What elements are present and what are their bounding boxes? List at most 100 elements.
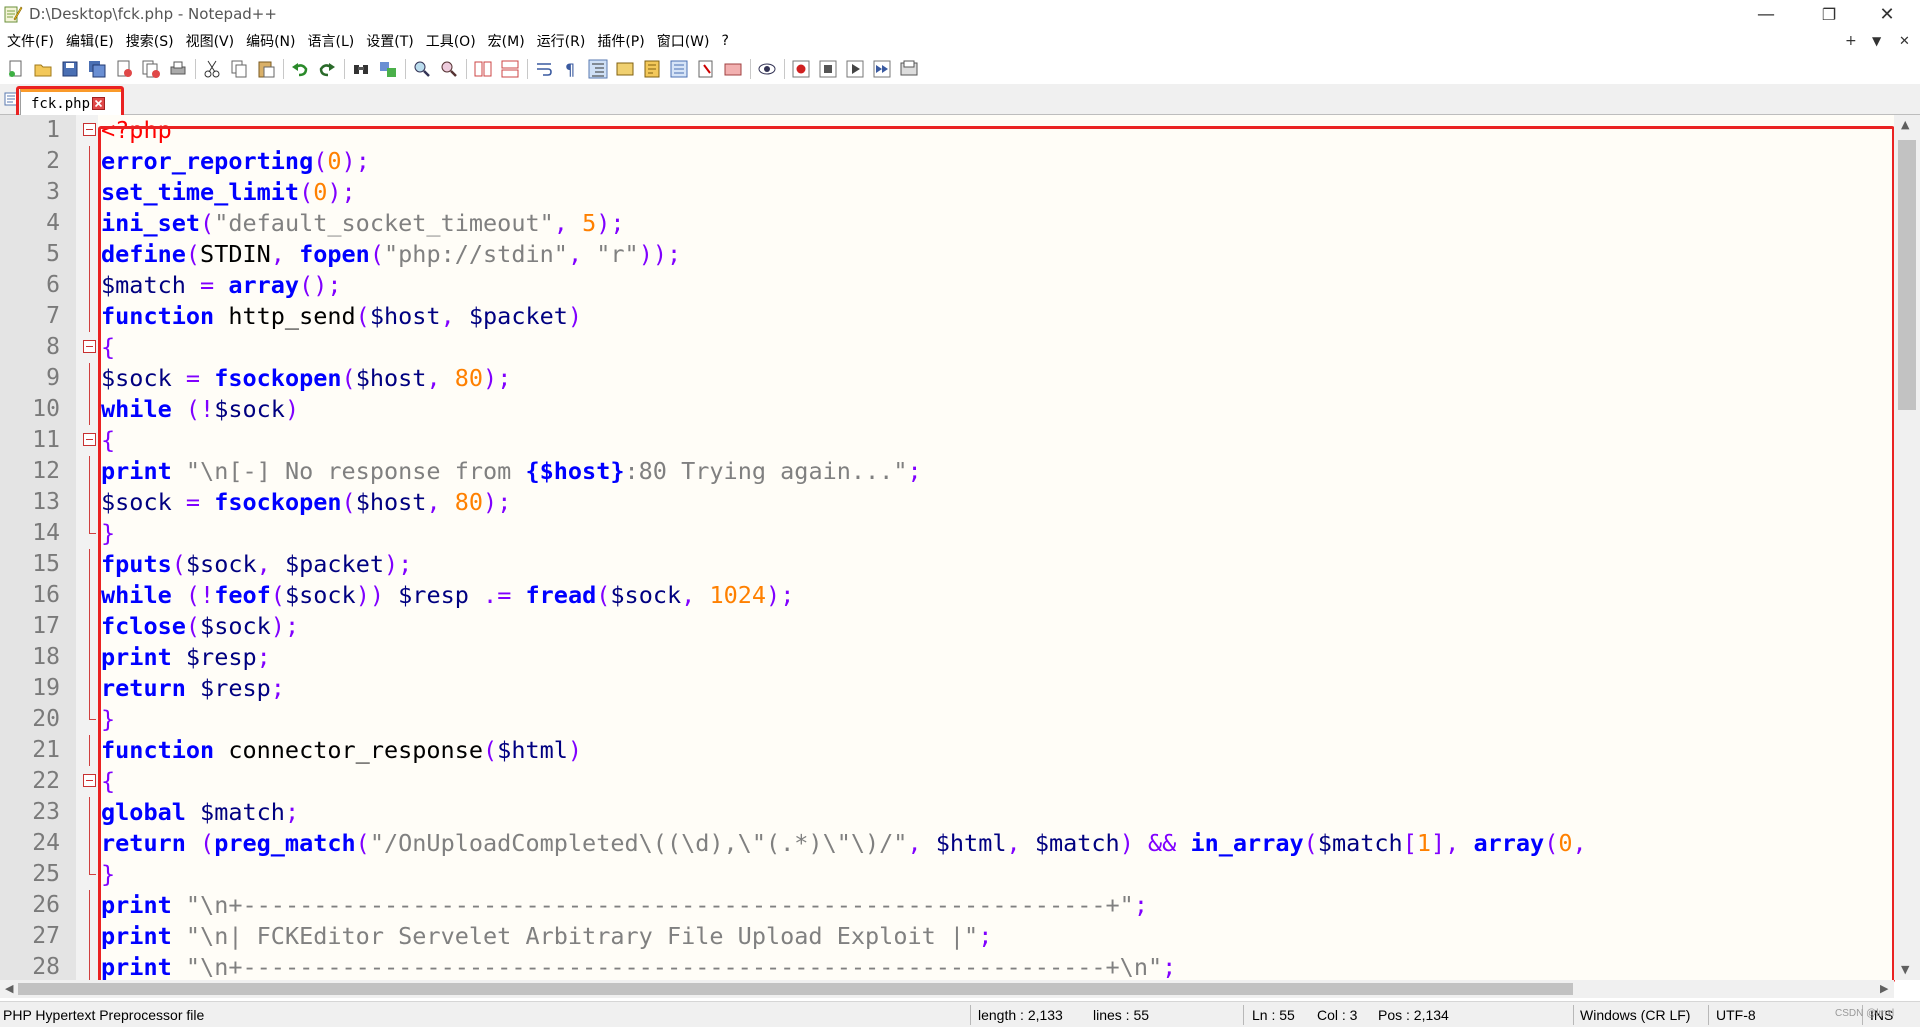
fold-toggle-icon[interactable] [83, 123, 96, 136]
find-icon[interactable] [350, 58, 372, 80]
scroll-down-icon[interactable]: ▼ [1901, 963, 1909, 976]
zoom-in-icon[interactable] [411, 58, 433, 80]
code-line[interactable]: 16 while (!feof($sock)) $resp .= fread($s… [0, 580, 1894, 611]
code-line[interactable]: 19 return $resp; [0, 673, 1894, 704]
save-all-icon[interactable] [86, 58, 108, 80]
code-line[interactable]: 23 global $match; [0, 797, 1894, 828]
menu-close-tab-button[interactable]: ✕ [1899, 28, 1910, 54]
code-line[interactable]: 14} [0, 518, 1894, 549]
code-line[interactable]: 1 <?php [0, 115, 1894, 146]
code-line[interactable]: 13 $sock = fsockopen($host, 80); [0, 487, 1894, 518]
code-line[interactable]: 26 print "\n+----------------------------… [0, 890, 1894, 921]
code-line[interactable]: 28 print "\n+----------------------------… [0, 952, 1894, 980]
scroll-up-icon[interactable]: ▲ [1901, 118, 1909, 131]
monitoring-icon[interactable] [756, 58, 778, 80]
scroll-right-icon[interactable]: ▶ [1880, 982, 1888, 995]
code-line[interactable]: 17 fclose($sock); [0, 611, 1894, 642]
code-token: ) [284, 395, 300, 423]
paste-icon[interactable] [255, 58, 277, 80]
code-line[interactable]: 8{ [0, 332, 1894, 363]
fold-toggle-icon[interactable] [83, 774, 96, 787]
restore-button[interactable]: ❐ [1800, 0, 1858, 28]
folder-workspace-icon[interactable] [695, 58, 717, 80]
close-window-button[interactable]: ✕ [1858, 0, 1916, 28]
code-line[interactable]: 2 error_reporting(0); [0, 146, 1894, 177]
sync-horizontal-icon[interactable] [499, 58, 521, 80]
line-number: 16 [32, 582, 60, 608]
menu-item-12[interactable]: ? [716, 33, 735, 49]
horizontal-scroll-thumb[interactable] [18, 983, 1573, 995]
code-line[interactable]: 15 fputs($sock, $packet); [0, 549, 1894, 580]
menu-tab-list-button[interactable]: ▼ [1872, 28, 1881, 54]
sync-vertical-icon[interactable] [472, 58, 494, 80]
toolbar-separator [283, 59, 284, 79]
fold-toggle-icon[interactable] [83, 340, 96, 353]
code-line[interactable]: 22 { [0, 766, 1894, 797]
code-line[interactable]: 25} [0, 859, 1894, 890]
code-line[interactable]: 18 print $resp; [0, 642, 1894, 673]
code-line[interactable]: 9 $sock = fsockopen($host, 80); [0, 363, 1894, 394]
tab-fck-php[interactable]: fck.php [20, 89, 122, 115]
menu-item-6[interactable]: 设置(T) [360, 31, 419, 51]
document-list-icon[interactable] [722, 58, 744, 80]
menu-item-9[interactable]: 运行(R) [531, 31, 592, 51]
print-icon[interactable] [167, 58, 189, 80]
word-wrap-icon[interactable] [533, 58, 555, 80]
stop-macro-icon[interactable] [817, 58, 839, 80]
undo-icon[interactable] [289, 58, 311, 80]
code-line[interactable]: 24 return (preg_match("/OnUploadCompleted… [0, 828, 1894, 859]
status-encoding[interactable]: UTF-8 [1716, 1007, 1756, 1023]
code-editor[interactable]: 1 <?php 2 error_reporting(0); 3 set_time_limi… [0, 115, 1920, 980]
menu-item-5[interactable]: 语言(L) [302, 31, 361, 51]
code-text: fputs($sock, $packet); [101, 549, 412, 580]
indent-guide-icon[interactable] [587, 58, 609, 80]
replace-icon[interactable] [377, 58, 399, 80]
document-map-icon[interactable] [641, 58, 663, 80]
code-line[interactable]: 4 ini_set("default_socket_timeout", 5); [0, 208, 1894, 239]
open-file-icon[interactable] [32, 58, 54, 80]
run-macro-multiple-icon[interactable] [871, 58, 893, 80]
new-file-icon[interactable] [5, 58, 27, 80]
code-line[interactable]: 3 set_time_limit(0); [0, 177, 1894, 208]
menu-item-3[interactable]: 视图(V) [180, 31, 241, 51]
save-icon[interactable] [59, 58, 81, 80]
record-macro-icon[interactable] [790, 58, 812, 80]
zoom-out-icon[interactable] [438, 58, 460, 80]
save-macro-icon[interactable] [898, 58, 920, 80]
code-line[interactable]: 21 function connector_response($html) [0, 735, 1894, 766]
status-eol[interactable]: Windows (CR LF) [1580, 1007, 1690, 1023]
code-line[interactable]: 11 { [0, 425, 1894, 456]
menu-new-tab-button[interactable]: + [1845, 28, 1857, 54]
code-line[interactable]: 10 while (!$sock) [0, 394, 1894, 425]
copy-icon[interactable] [228, 58, 250, 80]
show-all-chars-icon[interactable]: ¶ [560, 58, 582, 80]
code-line[interactable]: 27 print "\n| FCKEditor Servelet Arbitrar… [0, 921, 1894, 952]
document-list-icon[interactable] [4, 92, 18, 106]
code-line[interactable]: 12 print "\n[-] No response from {$host}:… [0, 456, 1894, 487]
scroll-left-icon[interactable]: ◀ [5, 982, 13, 995]
menu-item-1[interactable]: 编辑(E) [60, 31, 120, 51]
code-line[interactable]: 5 define(STDIN, fopen("php://stdin", "r")… [0, 239, 1894, 270]
menu-item-10[interactable]: 插件(P) [591, 31, 650, 51]
fold-toggle-icon[interactable] [83, 433, 96, 446]
menu-item-4[interactable]: 编码(N) [240, 31, 301, 51]
user-defined-language-icon[interactable] [614, 58, 636, 80]
close-all-icon[interactable] [140, 58, 162, 80]
menu-item-0[interactable]: 文件(F) [0, 31, 60, 51]
code-line[interactable]: 6 $match = array(); [0, 270, 1894, 301]
tab-close-icon[interactable] [92, 97, 106, 110]
menu-item-11[interactable]: 窗口(W) [651, 31, 716, 51]
menu-item-2[interactable]: 搜索(S) [120, 31, 180, 51]
code-line[interactable]: 7 function http_send($host, $packet) [0, 301, 1894, 332]
play-macro-icon[interactable] [844, 58, 866, 80]
code-line[interactable]: 20} [0, 704, 1894, 735]
code-token: ; [256, 643, 271, 671]
vertical-scroll-thumb[interactable] [1898, 140, 1916, 410]
close-icon[interactable] [113, 58, 135, 80]
menu-item-8[interactable]: 宏(M) [482, 31, 531, 51]
redo-icon[interactable] [316, 58, 338, 80]
cut-icon[interactable] [201, 58, 223, 80]
menu-item-7[interactable]: 工具(O) [420, 31, 482, 51]
minimize-button[interactable]: — [1737, 0, 1795, 28]
function-list-icon[interactable] [668, 58, 690, 80]
